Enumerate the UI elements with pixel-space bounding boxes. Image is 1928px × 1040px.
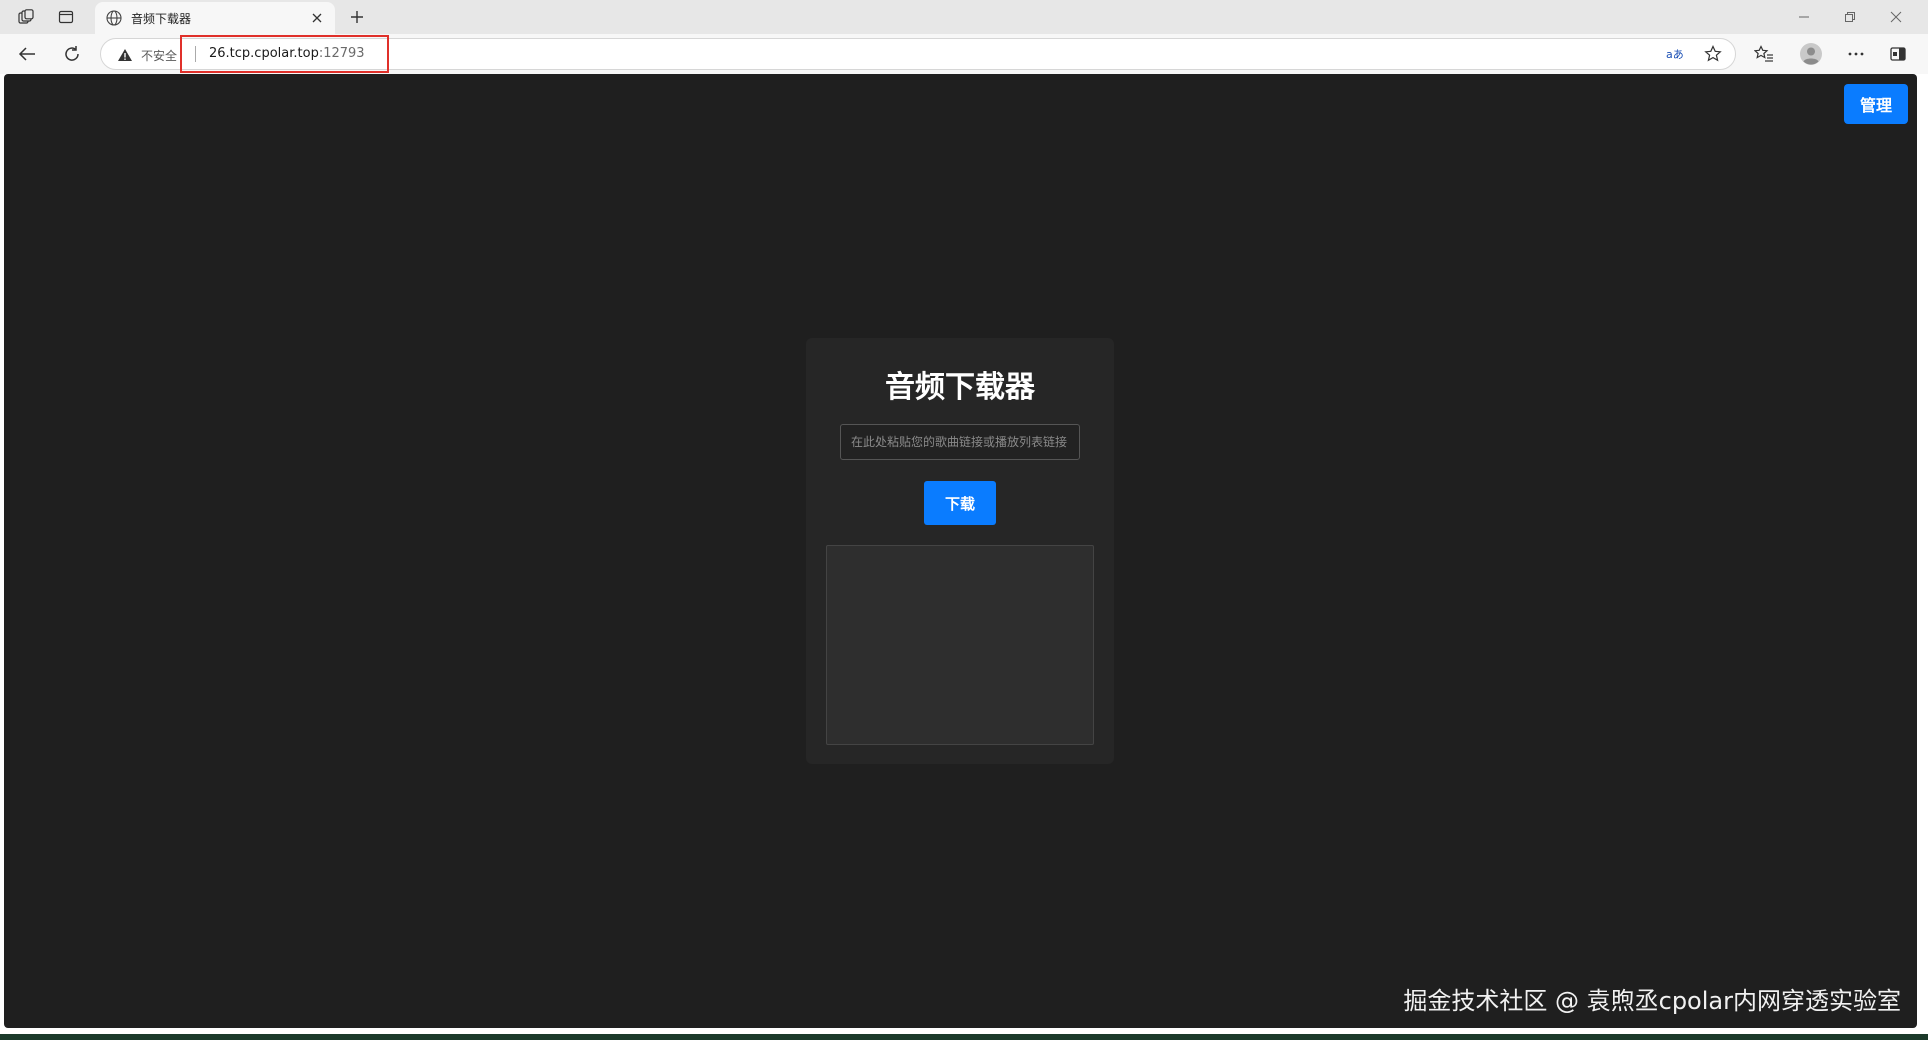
downloader-card: 音频下载器 下载 [806, 338, 1114, 764]
song-link-input[interactable] [840, 424, 1080, 460]
watermark-text: 掘金技术社区 @ 袁煦丞cpolar内网穿透实验室 [1403, 987, 1901, 1015]
favorite-star-icon[interactable] [1703, 44, 1723, 64]
back-arrow-icon[interactable] [15, 43, 39, 65]
browser-tab-active[interactable]: 音频下载器 [95, 2, 335, 34]
admin-button[interactable]: 管理 [1844, 84, 1908, 124]
tab-title: 音频下载器 [131, 11, 192, 26]
refresh-icon[interactable] [60, 43, 84, 65]
download-button[interactable]: 下载 [924, 481, 996, 525]
close-tab-icon[interactable] [307, 8, 327, 28]
translate-icon[interactable]: aあ [1665, 45, 1687, 63]
warning-icon[interactable] [117, 47, 133, 61]
result-output-area [826, 545, 1094, 745]
insecure-label[interactable]: 不安全 [141, 47, 177, 64]
close-window-icon[interactable] [1876, 4, 1916, 30]
page-viewport: 管理 音频下载器 下载 掘金技术社区 @ 袁煦丞cpolar内网穿透实验室 [4, 74, 1917, 1028]
browser-titlebar: 音频下载器 [0, 0, 1928, 34]
svg-text:aあ: aあ [1666, 48, 1684, 61]
globe-icon [105, 9, 123, 27]
tab-actions-icon[interactable] [56, 7, 76, 27]
minimize-icon[interactable] [1784, 4, 1824, 30]
workspaces-icon[interactable] [16, 7, 36, 27]
favorites-icon[interactable] [1752, 43, 1776, 65]
sidebar-toggle-icon[interactable] [1886, 43, 1910, 65]
url-highlight-box [180, 35, 389, 73]
restore-icon[interactable] [1830, 4, 1870, 30]
profile-avatar-icon[interactable] [1798, 41, 1824, 67]
page-title: 音频下载器 [885, 370, 1035, 405]
more-menu-icon[interactable] [1844, 43, 1868, 65]
taskbar-edge [0, 1034, 1928, 1040]
new-tab-icon[interactable] [346, 6, 368, 28]
